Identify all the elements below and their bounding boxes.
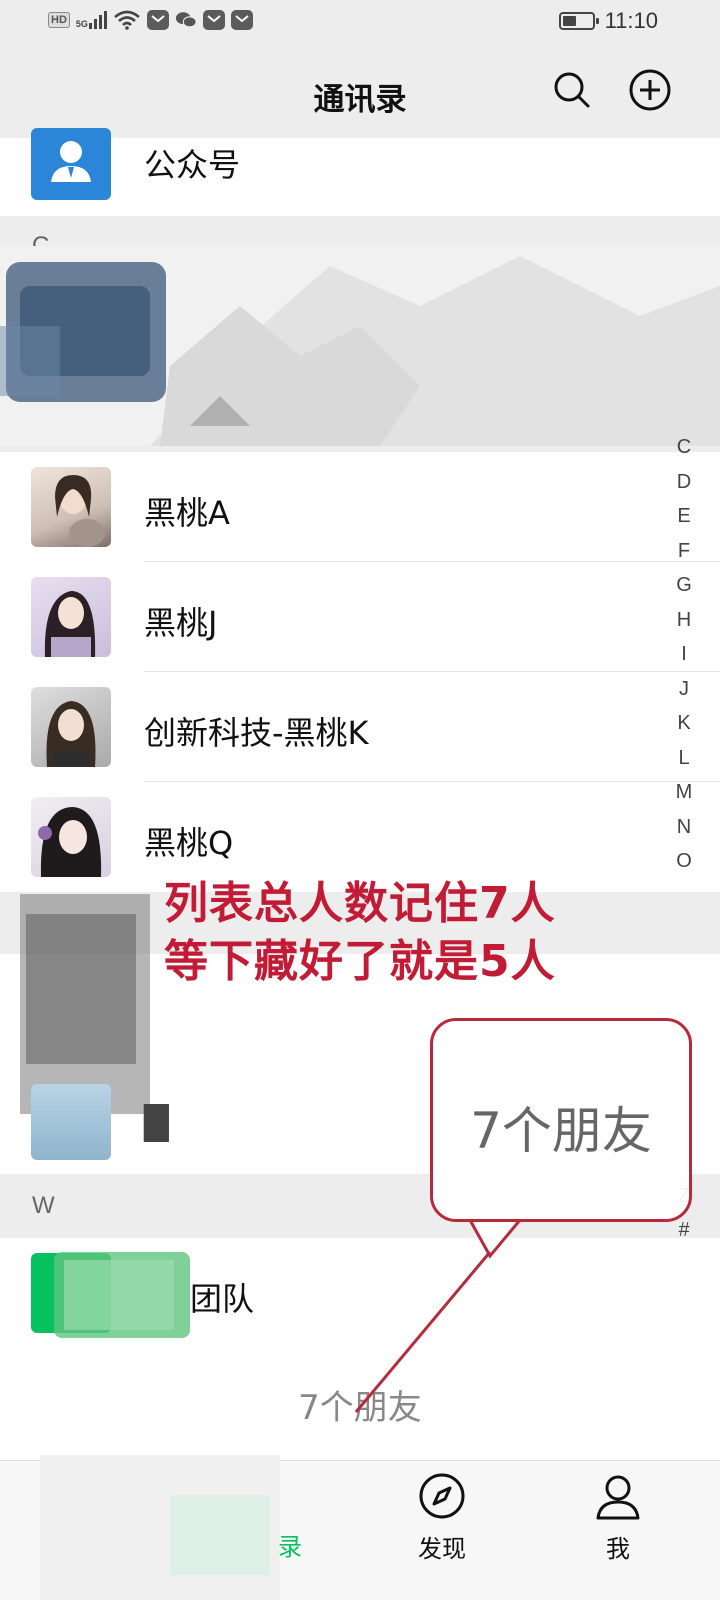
page-title: 通讯录 [313, 82, 407, 118]
search-button[interactable] [550, 68, 594, 112]
plus-circle-icon [629, 69, 671, 111]
redaction-cover [0, 246, 720, 446]
wifi-icon [114, 10, 140, 30]
index-letter[interactable]: L [670, 747, 698, 782]
contact-row[interactable]: 黑桃A [0, 452, 720, 562]
bottom-tab-bar: 录 发现 我 [0, 1455, 720, 1600]
notification-icon [146, 10, 169, 30]
index-letter[interactable]: H [670, 609, 698, 644]
tab-label: 录 [278, 1533, 302, 1561]
search-icon [554, 72, 590, 108]
official-accounts-label: 公众号 [144, 146, 241, 184]
signal-icon: 5G [76, 11, 107, 29]
app-header: 通讯录 [0, 46, 720, 138]
tab-label: 我 [606, 1535, 630, 1563]
section-letter: W [32, 1192, 55, 1219]
contact-row[interactable]: 黑桃J [0, 562, 720, 672]
notification-icon [230, 10, 253, 30]
tab-label: 发现 [418, 1535, 466, 1563]
contact-row[interactable]: 创新科技-黑桃K [0, 672, 720, 782]
wechat-icon [175, 10, 197, 30]
callout-text: 7个朋友 [470, 1102, 652, 1160]
annotation-line: 等下藏好了就是5人 [164, 936, 556, 987]
contact-name-obscured: █ [144, 1104, 169, 1142]
index-letter[interactable]: M [670, 781, 698, 816]
official-accounts-avatar [31, 128, 111, 200]
redaction-cover [20, 894, 150, 1114]
index-letter[interactable]: I [670, 643, 698, 678]
person-icon [596, 1475, 640, 1520]
redaction-cover [54, 1252, 190, 1338]
contact-row[interactable]: 团队 [0, 1238, 720, 1348]
hd-badge: HD [48, 12, 70, 28]
add-button[interactable] [628, 68, 672, 112]
index-letter[interactable]: D [670, 471, 698, 506]
index-letter[interactable]: E [670, 505, 698, 540]
compass-icon [419, 1473, 465, 1519]
section-header-c: C [0, 216, 720, 452]
callout-bubble: 7个朋友 [430, 1018, 692, 1222]
index-letter[interactable]: F [670, 540, 698, 575]
tab-contacts[interactable]: 录 [240, 1471, 340, 1562]
index-letter[interactable]: N [670, 816, 698, 851]
index-letter[interactable]: # [670, 1219, 698, 1254]
avatar [31, 797, 111, 877]
status-bar: HD 5G 11:10 [0, 0, 720, 46]
person-icon [51, 141, 91, 182]
contacts-screen: HD 5G 11:10 通讯录 公众号 C 黑桃A 黑桃J 创新科技-黑桃K 黑… [0, 0, 720, 1600]
index-letter[interactable]: J [670, 678, 698, 713]
index-letter[interactable]: C [670, 436, 698, 471]
friend-count: 7个朋友 [298, 1388, 422, 1428]
official-accounts-row[interactable]: 公众号 [0, 128, 720, 216]
index-letter[interactable]: K [670, 712, 698, 747]
avatar [31, 687, 111, 767]
avatar [31, 1084, 111, 1160]
status-time: 11:10 [604, 8, 658, 33]
avatar [31, 467, 111, 547]
annotation-line: 列表总人数记住7人 [164, 878, 556, 929]
index-letter[interactable]: O [670, 850, 698, 885]
tab-me[interactable]: 我 [568, 1471, 668, 1564]
battery-level [562, 16, 576, 26]
annotation-text: 列表总人数记住7人 等下藏好了就是5人 [164, 875, 556, 991]
index-letter[interactable]: G [670, 574, 698, 609]
notification-icon [202, 10, 225, 30]
battery-icon [558, 12, 599, 30]
avatar [31, 577, 111, 657]
contact-name: 团队 [190, 1280, 255, 1318]
contact-name: 黑桃Q [144, 824, 234, 862]
contact-name: 创新科技-黑桃K [144, 714, 369, 752]
tab-discover[interactable]: 发现 [392, 1471, 492, 1564]
contact-name: 黑桃J [144, 604, 218, 642]
contact-name: 黑桃A [144, 494, 230, 532]
